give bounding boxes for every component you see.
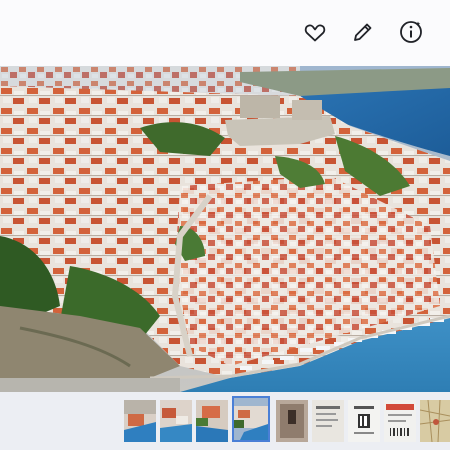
aerial-town-image: [0, 66, 450, 392]
thumbnail[interactable]: [160, 400, 192, 442]
thumbnail-selected[interactable]: [232, 396, 270, 442]
pencil-icon[interactable]: [348, 17, 378, 47]
thumbnail[interactable]: [384, 400, 416, 442]
thumbnail[interactable]: [196, 400, 228, 442]
info-icon[interactable]: [396, 17, 426, 47]
more-icon[interactable]: [440, 17, 450, 47]
thumbnail[interactable]: [276, 400, 308, 442]
heart-icon[interactable]: [300, 17, 330, 47]
filmstrip: [0, 392, 450, 450]
main-photo[interactable]: [0, 66, 450, 392]
thumbnail[interactable]: [124, 400, 156, 442]
thumbnail[interactable]: [420, 400, 450, 442]
thumbnail[interactable]: [312, 400, 344, 442]
thumbnail[interactable]: [348, 400, 380, 442]
top-toolbar: [0, 0, 450, 66]
